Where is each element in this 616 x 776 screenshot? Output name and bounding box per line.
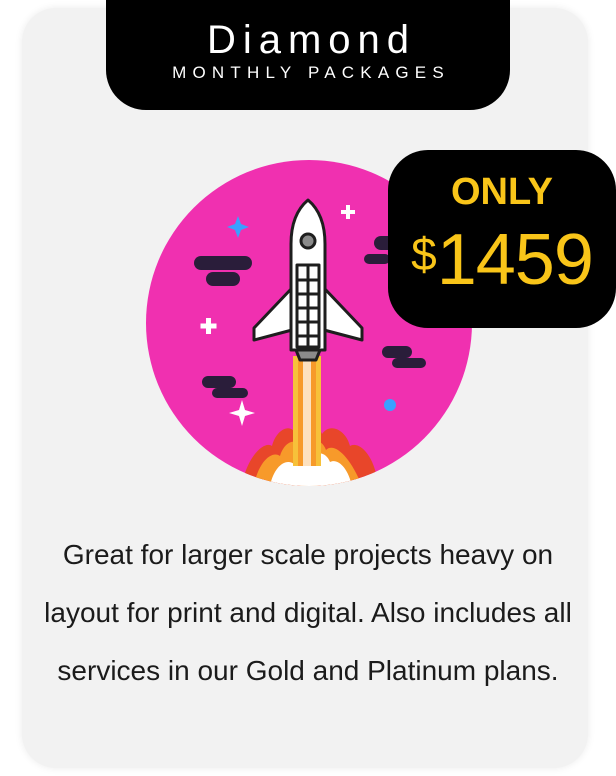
price-row: $1459 bbox=[388, 220, 616, 320]
price-amount: 1459 bbox=[436, 220, 594, 300]
only-label: ONLY bbox=[450, 171, 554, 213]
plan-subtitle: MONTHLY PACKAGES bbox=[172, 63, 450, 82]
plan-description: Great for larger scale projects heavy on… bbox=[44, 539, 572, 686]
price-currency: $ bbox=[411, 228, 437, 280]
plan-header: Diamond MONTHLY PACKAGES bbox=[106, 0, 510, 110]
plan-name: Diamond bbox=[206, 18, 417, 62]
price-badge: ONLY $1459 bbox=[388, 150, 616, 328]
